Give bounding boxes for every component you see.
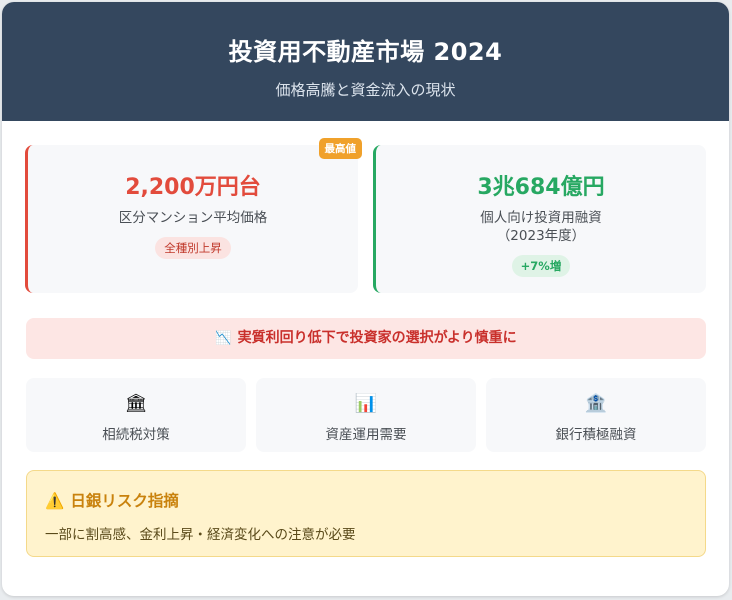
factor-bank-lending: 🏦 銀行積極融資 <box>486 378 706 452</box>
factor-label: 資産運用需要 <box>325 427 407 443</box>
boj-warning: ⚠️ 日銀リスク指摘 一部に割高感、金利上昇・経済変化への注意が必要 <box>26 470 706 557</box>
factor-label: 銀行積極融資 <box>555 427 637 443</box>
stat-label: 区分マンション平均価格 <box>118 210 268 226</box>
stat-label: 個人向け投資用融資 <box>480 210 602 226</box>
warning-text: 一部に割高感、金利上昇・経済変化への注意が必要 <box>45 527 356 543</box>
stat-card-price: 最高値 2,200万円台 区分マンション平均価格 全種別上昇 <box>25 138 362 293</box>
bank-icon: 🏛 <box>124 393 148 414</box>
stat-label-year: （2023年度） <box>496 228 586 244</box>
stat-card-loans: 3兆684億円 個人向け投資用融資 （2023年度） +7%増 <box>373 145 706 293</box>
stat-pill: +7%増 <box>511 255 571 277</box>
factors-row: 🏛 相続税対策 📊 資産運用需要 🏦 銀行積極融資 <box>26 378 706 452</box>
warning-icon: ⚠️ <box>45 492 65 510</box>
warning-title: ⚠️ 日銀リスク指摘 <box>45 489 687 511</box>
stats-row: 最高値 2,200万円台 区分マンション平均価格 全種別上昇 3兆684億円 個… <box>25 138 706 293</box>
stat-pill: 全種別上昇 <box>155 237 231 259</box>
page-subtitle: 価格高騰と資金流入の現状 <box>275 81 456 99</box>
factor-label: 相続税対策 <box>102 427 170 443</box>
market-card: 投資用不動産市場 2024 価格高騰と資金流入の現状 最高値 2,200万円台 … <box>2 2 729 596</box>
chart-down-icon: 📉 <box>215 331 232 346</box>
stat-value: 3兆684億円 <box>477 175 605 200</box>
highest-badge: 最高値 <box>318 138 362 159</box>
bar-chart-icon: 📊 <box>354 393 378 414</box>
page-title: 投資用不動産市場 2024 <box>228 38 503 66</box>
warning-title-text: 日銀リスク指摘 <box>70 492 179 510</box>
factor-inheritance-tax: 🏛 相続税対策 <box>26 378 246 452</box>
header: 投資用不動産市場 2024 価格高騰と資金流入の現状 <box>2 2 729 121</box>
bank-building-icon: 🏦 <box>584 393 608 414</box>
alert-text: 実質利回り低下で投資家の選択がより慎重に <box>237 330 517 346</box>
yield-alert: 📉 実質利回り低下で投資家の選択がより慎重に <box>26 318 706 359</box>
stat-value: 2,200万円台 <box>125 175 261 200</box>
factor-asset-management: 📊 資産運用需要 <box>256 378 476 452</box>
